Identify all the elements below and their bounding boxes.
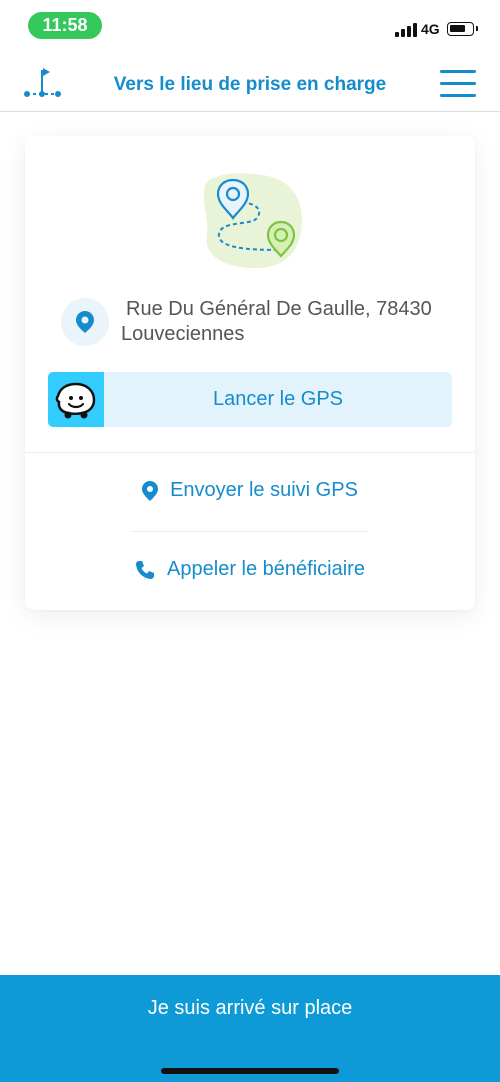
divider [25, 452, 475, 453]
app-header: Vers le lieu de prise en charge [0, 56, 500, 112]
address-city: Louveciennes [121, 323, 245, 345]
hamburger-menu-icon[interactable] [440, 70, 476, 98]
status-time: 11:58 [28, 12, 102, 39]
waze-icon [55, 382, 96, 419]
status-bar: 11:58 4G [0, 0, 500, 50]
pickup-card: Rue Du Général De Gaulle, 78430 Louvecie… [25, 136, 475, 610]
location-pin-icon [76, 311, 94, 333]
waze-app-badge [48, 372, 104, 427]
launch-gps-label: Lancer le GPS [212, 388, 344, 410]
address-street: Rue Du Général De Gaulle, 78430 [126, 298, 432, 320]
cell-signal-icon [395, 21, 417, 37]
page-title: Vers le lieu de prise en charge [113, 74, 387, 95]
battery-icon [447, 22, 478, 36]
send-tracking-label: Envoyer le suivi GPS [170, 479, 358, 501]
launch-gps-button[interactable]: Lancer le GPS [48, 372, 452, 427]
divider [132, 531, 368, 532]
destination-pin-badge [61, 298, 109, 346]
arrived-button[interactable]: Je suis arrivé sur place [0, 975, 500, 1082]
location-pin-icon [142, 480, 159, 501]
route-illustration-icon [203, 173, 302, 269]
network-type: 4G [421, 21, 440, 37]
send-tracking-button[interactable]: Envoyer le suivi GPS [25, 479, 475, 509]
call-beneficiary-button[interactable]: Appeler le bénéficiaire [25, 558, 475, 588]
home-indicator [161, 1068, 339, 1074]
arrived-label: Je suis arrivé sur place [147, 997, 353, 1019]
call-beneficiary-label: Appeler le bénéficiaire [167, 558, 365, 580]
phone-icon [136, 560, 155, 579]
